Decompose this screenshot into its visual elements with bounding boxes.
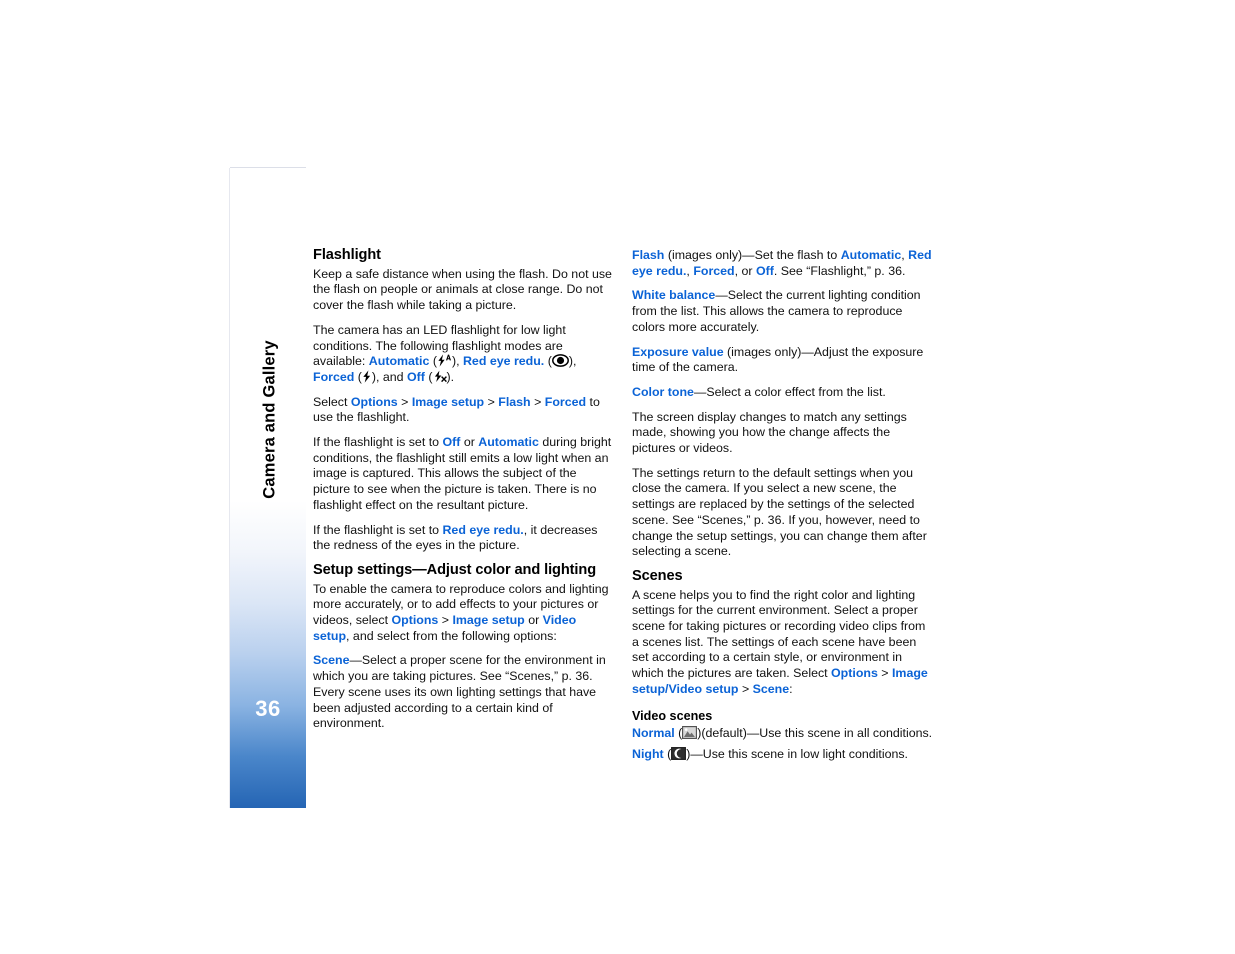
link-forced[interactable]: Forced — [313, 370, 354, 384]
heading-scenes: Scenes — [632, 567, 683, 584]
page-number: 36 — [255, 696, 281, 721]
text-run: or — [524, 613, 543, 628]
paragraph-select-path-flash: Select Options > Image setup > Flash > F… — [313, 395, 615, 426]
list-item-scene-normal: Normal ( )(default)—Use this scene in all… — [632, 726, 934, 742]
text-run: : — [789, 681, 793, 696]
link-video-setup[interactable]: Video setup — [669, 682, 739, 696]
text-run: ). — [446, 369, 455, 384]
text-run: ( — [674, 726, 683, 741]
link-automatic[interactable]: Automatic — [841, 248, 902, 262]
list-item-scene-night: Night ( )—Use this scene in low light con… — [632, 747, 934, 763]
separator: > — [438, 613, 453, 628]
text-run: Select — [313, 394, 351, 409]
text-run: ), and — [371, 369, 408, 384]
text-run: ), — [451, 354, 463, 369]
paragraph-flash-option: Flash (images only)—Set the flash to Aut… — [632, 248, 934, 279]
paragraph-off-automatic-behavior: If the flashlight is set to Off or Autom… — [313, 435, 615, 514]
text-run: ( — [544, 354, 552, 369]
link-automatic[interactable]: Automatic — [478, 435, 539, 449]
link-flash[interactable]: Flash — [632, 248, 664, 262]
separator: > — [877, 666, 892, 681]
text-run: , or — [734, 263, 756, 278]
text-run: ( — [663, 746, 672, 761]
link-options[interactable]: Options — [351, 395, 398, 409]
text-run: , and select from the following options: — [346, 628, 557, 643]
link-options[interactable]: Options — [831, 666, 878, 680]
paragraph-flash-safety: Keep a safe distance when using the flas… — [313, 266, 612, 313]
left-text-column: Flashlight Keep a safe distance when usi… — [313, 247, 615, 741]
link-normal[interactable]: Normal — [632, 726, 675, 740]
paragraph-scene-option: Scene—Select a proper scene for the envi… — [313, 653, 615, 732]
chapter-side-tab: Camera and Gallery 36 — [230, 168, 306, 808]
text-run: If the flashlight is set to — [313, 522, 443, 537]
paragraph-exposure-value-option: Exposure value (images only)—Adjust the … — [632, 345, 934, 376]
link-white-balance[interactable]: White balance — [632, 288, 715, 302]
link-image-setup[interactable]: Image setup — [452, 613, 524, 627]
text-run: If the flashlight is set to — [313, 435, 443, 450]
paragraph-screen-display-note: The screen display changes to match any … — [632, 409, 907, 456]
text-run: ( — [424, 369, 433, 384]
separator: > — [397, 394, 412, 409]
paragraph-red-eye-behavior: If the flashlight is set to Red eye redu… — [313, 523, 615, 554]
text-run: )(default)—Use this scene in all conditi… — [697, 726, 933, 741]
link-forced[interactable]: Forced — [693, 264, 734, 278]
red-eye-reduction-icon — [551, 354, 569, 368]
text-run: ), — [568, 354, 577, 369]
paragraph-setup-intro: To enable the camera to reproduce colors… — [313, 582, 615, 645]
subheading-video-scenes: Video scenes — [632, 708, 713, 723]
link-exposure-value[interactable]: Exposure value — [632, 345, 724, 359]
paragraph-scenes-intro: A scene helps you to find the right colo… — [632, 588, 934, 698]
right-text-column: Flash (images only)—Set the flash to Aut… — [632, 248, 934, 768]
link-off[interactable]: Off — [407, 370, 425, 384]
text-run: )—Use this scene in low light conditions… — [686, 746, 908, 761]
paragraph-color-tone-option: Color tone—Select a color effect from th… — [632, 385, 934, 401]
link-scene[interactable]: Scene — [753, 682, 790, 696]
separator: > — [738, 681, 753, 696]
flash-automatic-icon — [437, 354, 452, 367]
link-red-eye-redu[interactable]: Red eye redu. — [463, 354, 544, 368]
chapter-title: Camera and Gallery — [260, 340, 279, 499]
heading-flashlight: Flashlight — [313, 247, 381, 263]
link-scene[interactable]: Scene — [313, 653, 350, 667]
link-night[interactable]: Night — [632, 747, 664, 761]
scene-normal-icon — [682, 726, 698, 740]
text-run: ( — [429, 354, 437, 369]
paragraph-settings-return-note: The settings return to the default setti… — [632, 465, 927, 559]
link-options[interactable]: Options — [392, 613, 439, 627]
flash-off-icon — [433, 370, 447, 383]
paragraph-white-balance-option: White balance—Select the current lightin… — [632, 288, 934, 335]
link-forced[interactable]: Forced — [545, 395, 586, 409]
link-flash[interactable]: Flash — [498, 395, 530, 409]
text-run: —Select a color effect from the list. — [693, 384, 886, 399]
link-image-setup[interactable]: Image setup — [412, 395, 484, 409]
text-run: . See “Flashlight,” p. 36. — [773, 263, 906, 278]
text-run: —Select a proper scene for the environme… — [313, 653, 606, 731]
text-run: (images only)—Set the flash to — [664, 248, 841, 262]
link-automatic[interactable]: Automatic — [369, 354, 430, 368]
text-run: ( — [354, 369, 362, 384]
flash-forced-icon — [362, 370, 372, 383]
paragraph-flash-modes: The camera has an LED flashlight for low… — [313, 323, 615, 386]
separator: > — [484, 394, 499, 409]
heading-setup-settings: Setup settings—Adjust color and lighting — [313, 561, 597, 578]
link-red-eye-redu[interactable]: Red eye redu. — [442, 523, 523, 537]
link-color-tone[interactable]: Color tone — [632, 385, 694, 399]
link-off[interactable]: Off — [442, 435, 460, 449]
text-run: or — [460, 435, 479, 450]
link-off[interactable]: Off — [756, 264, 774, 278]
separator: > — [530, 394, 545, 409]
scene-night-moon-icon — [671, 747, 687, 760]
